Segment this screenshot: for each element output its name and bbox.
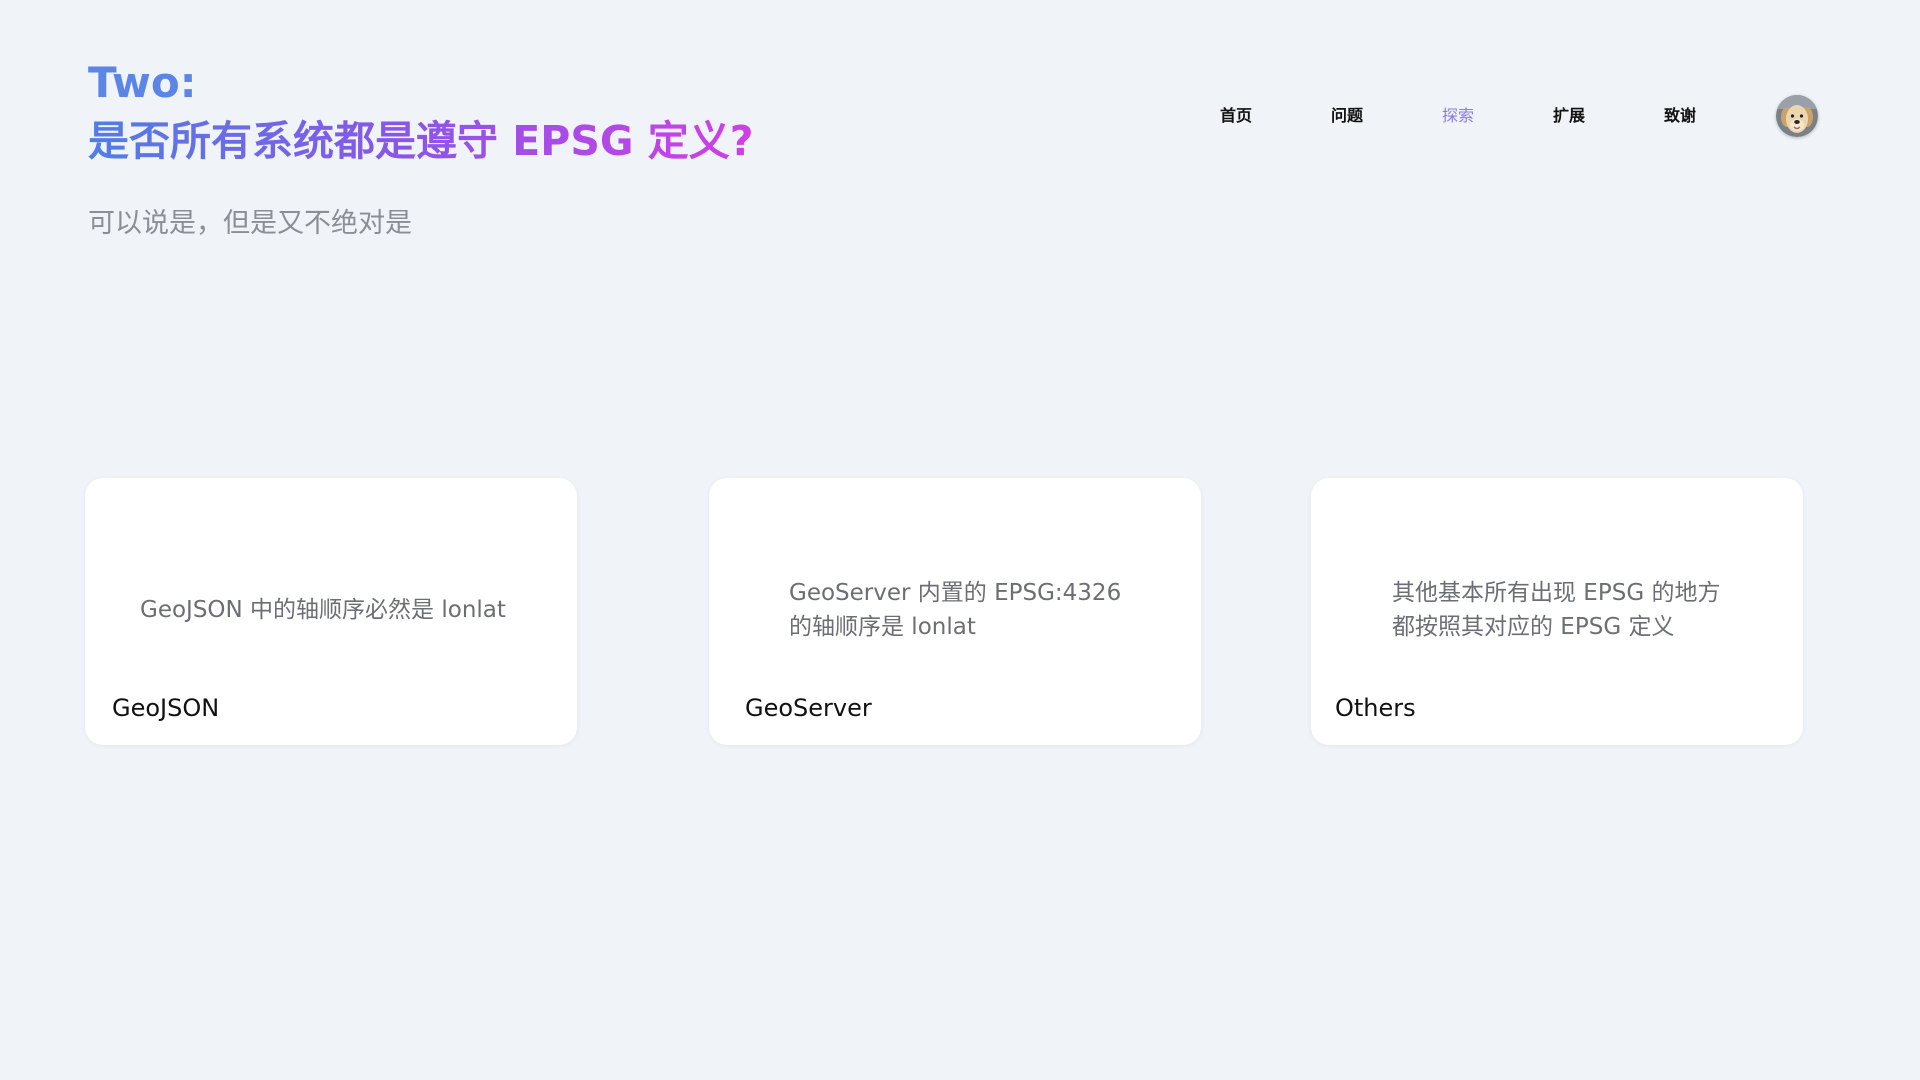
nav-item-extensions[interactable]: 扩展 [1529, 100, 1609, 132]
page-subtitle: 可以说是，但是又不绝对是 [88, 208, 412, 239]
card-geojson: GeoJSON 中的轴顺序必然是 lonlat GeoJSON [85, 478, 577, 745]
card-title: GeoServer [745, 694, 872, 722]
nav-item-thanks[interactable]: 致谢 [1640, 100, 1720, 132]
avatar[interactable] [1776, 95, 1818, 137]
card-description: GeoJSON 中的轴顺序必然是 lonlat [140, 597, 506, 623]
card-description: 其他基本所有出现 EPSG 的地方 都按照其对应的 EPSG 定义 [1392, 580, 1721, 640]
nav-item-questions[interactable]: 问题 [1307, 100, 1387, 132]
page-title: Two: 是否所有系统都是遵守 EPSG 定义? [88, 54, 754, 173]
card-others: 其他基本所有出现 EPSG 的地方 都按照其对应的 EPSG 定义 Others [1311, 478, 1803, 745]
dog-avatar-icon [1776, 95, 1818, 137]
card-title: Others [1335, 694, 1416, 722]
page-title-question: 是否所有系统都是遵守 EPSG 定义? [88, 112, 754, 170]
nav-item-explore[interactable]: 探索 [1418, 100, 1498, 132]
card-geoserver: GeoServer 内置的 EPSG:4326 的轴顺序是 lonlat Geo… [709, 478, 1201, 745]
nav-item-home[interactable]: 首页 [1196, 100, 1276, 132]
card-description: GeoServer 内置的 EPSG:4326 的轴顺序是 lonlat [789, 580, 1122, 640]
card-title: GeoJSON [112, 694, 220, 722]
page-title-prefix: Two: [88, 58, 197, 107]
